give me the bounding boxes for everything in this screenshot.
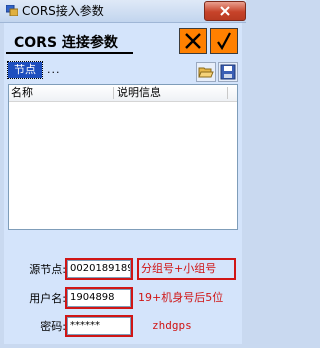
username-input[interactable]: 1904898: [67, 289, 131, 307]
tab-node[interactable]: 节点: [7, 61, 43, 79]
close-icon: [220, 6, 230, 16]
heading-underline: [6, 52, 133, 54]
source-node-label: 源节点:: [29, 263, 66, 276]
password-hint: zhdgps: [152, 319, 192, 332]
window-close-button[interactable]: [204, 1, 246, 21]
tab-overflow[interactable]: ...: [47, 63, 61, 77]
save-button[interactable]: [218, 62, 238, 82]
source-node-hint: 分组号+小组号: [141, 262, 217, 275]
node-list[interactable]: [8, 84, 238, 230]
column-header-name[interactable]: 名称: [9, 85, 115, 101]
source-node-input[interactable]: 0020189189: [67, 260, 131, 278]
column-divider[interactable]: [227, 87, 228, 99]
username-hint: 19+机身号后5位: [138, 291, 224, 304]
column-header-description[interactable]: 说明信息: [115, 85, 229, 101]
checkmark-icon: [217, 32, 231, 50]
password-input[interactable]: ******: [67, 317, 131, 335]
floppy-disk-icon: [220, 64, 236, 80]
cancel-button[interactable]: [179, 28, 207, 54]
dialog-heading: CORS 连接参数: [14, 35, 118, 51]
window-title: CORS接入参数: [22, 4, 104, 18]
username-label: 用户名:: [29, 292, 66, 305]
column-divider[interactable]: [113, 87, 114, 99]
cross-icon: [185, 33, 201, 49]
open-file-button[interactable]: [196, 62, 216, 82]
folder-open-icon: [198, 67, 214, 78]
confirm-button[interactable]: [210, 28, 238, 54]
app-icon: [5, 4, 19, 17]
list-header: 名称 说明信息: [9, 85, 237, 102]
password-label: 密码:: [40, 320, 66, 333]
